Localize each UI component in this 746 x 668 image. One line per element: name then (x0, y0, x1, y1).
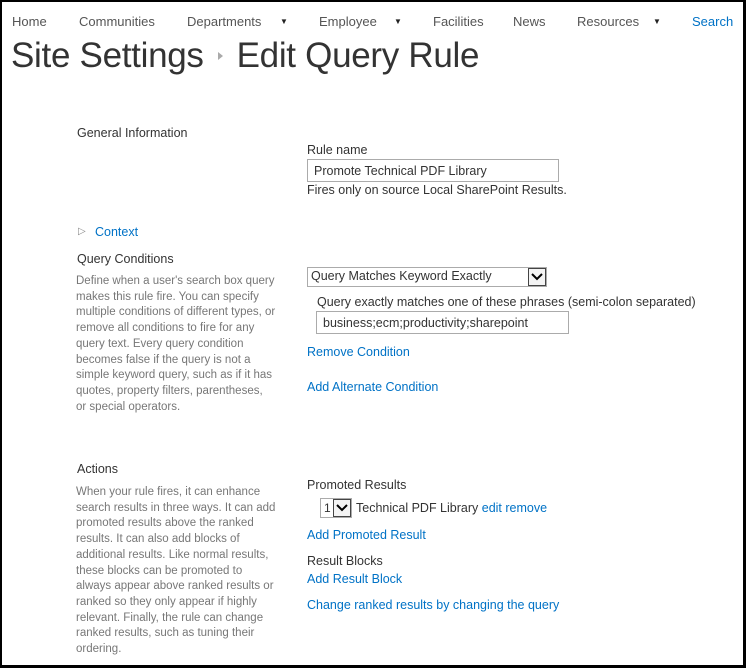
actions-description: When your rule fires, it can enhance sea… (76, 486, 276, 656)
promoted-order-value: 1 (324, 501, 331, 515)
add-result-block-link[interactable]: Add Result Block (307, 572, 402, 586)
breadcrumb-separator-icon (217, 51, 223, 60)
caret-down-icon[interactable]: ▼ (394, 17, 402, 26)
result-blocks-label: Result Blocks (307, 554, 383, 568)
add-alternate-condition-link[interactable]: Add Alternate Condition (307, 380, 438, 394)
chevron-down-icon[interactable] (528, 268, 546, 286)
actions-heading: Actions (77, 462, 118, 476)
nav-item-home[interactable]: Home (12, 14, 47, 29)
promoted-item-remove-link[interactable]: remove (505, 501, 547, 515)
nav-item-employee[interactable]: Employee (319, 14, 377, 29)
condition-type-select[interactable]: Query Matches Keyword Exactly (307, 267, 547, 287)
add-promoted-result-link[interactable]: Add Promoted Result (307, 528, 426, 542)
nav-search-link[interactable]: Search (692, 14, 733, 29)
phrases-label: Query exactly matches one of these phras… (317, 295, 696, 309)
nav-item-facilities[interactable]: Facilities (433, 14, 484, 29)
context-link[interactable]: Context (95, 225, 138, 239)
nav-item-news[interactable]: News (513, 14, 546, 29)
rule-name-label: Rule name (307, 143, 368, 157)
nav-item-communities[interactable]: Communities (79, 14, 155, 29)
promoted-order-select[interactable]: 1 (320, 498, 352, 518)
source-note: Fires only on source Local SharePoint Re… (307, 183, 567, 197)
rule-name-input[interactable] (307, 159, 559, 182)
caret-down-icon[interactable]: ▼ (653, 17, 661, 26)
promoted-item-edit-link[interactable]: edit (482, 501, 502, 515)
condition-type-value: Query Matches Keyword Exactly (311, 269, 492, 283)
nav-item-departments[interactable]: Departments (187, 14, 261, 29)
remove-condition-link[interactable]: Remove Condition (307, 345, 410, 359)
promoted-item-title: Technical PDF Library (356, 501, 479, 515)
caret-down-icon[interactable]: ▼ (280, 17, 288, 26)
breadcrumb-current: Edit Query Rule (236, 36, 480, 75)
breadcrumb-site-settings[interactable]: Site Settings (11, 36, 204, 75)
query-conditions-description: Define when a user's search box query ma… (76, 275, 276, 413)
general-information-heading: General Information (77, 126, 188, 140)
nav-item-resources[interactable]: Resources (577, 14, 639, 29)
chevron-down-icon[interactable] (333, 499, 351, 517)
promoted-item-row: Technical PDF Library edit remove (356, 501, 547, 515)
change-ranked-results-link[interactable]: Change ranked results by changing the qu… (307, 598, 559, 612)
promoted-results-label: Promoted Results (307, 478, 407, 492)
query-conditions-heading: Query Conditions (77, 252, 174, 266)
phrases-input[interactable] (316, 311, 569, 334)
expand-triangle-icon[interactable]: ▷ (78, 226, 86, 237)
page-title: Site Settings Edit Query Rule (11, 36, 479, 76)
